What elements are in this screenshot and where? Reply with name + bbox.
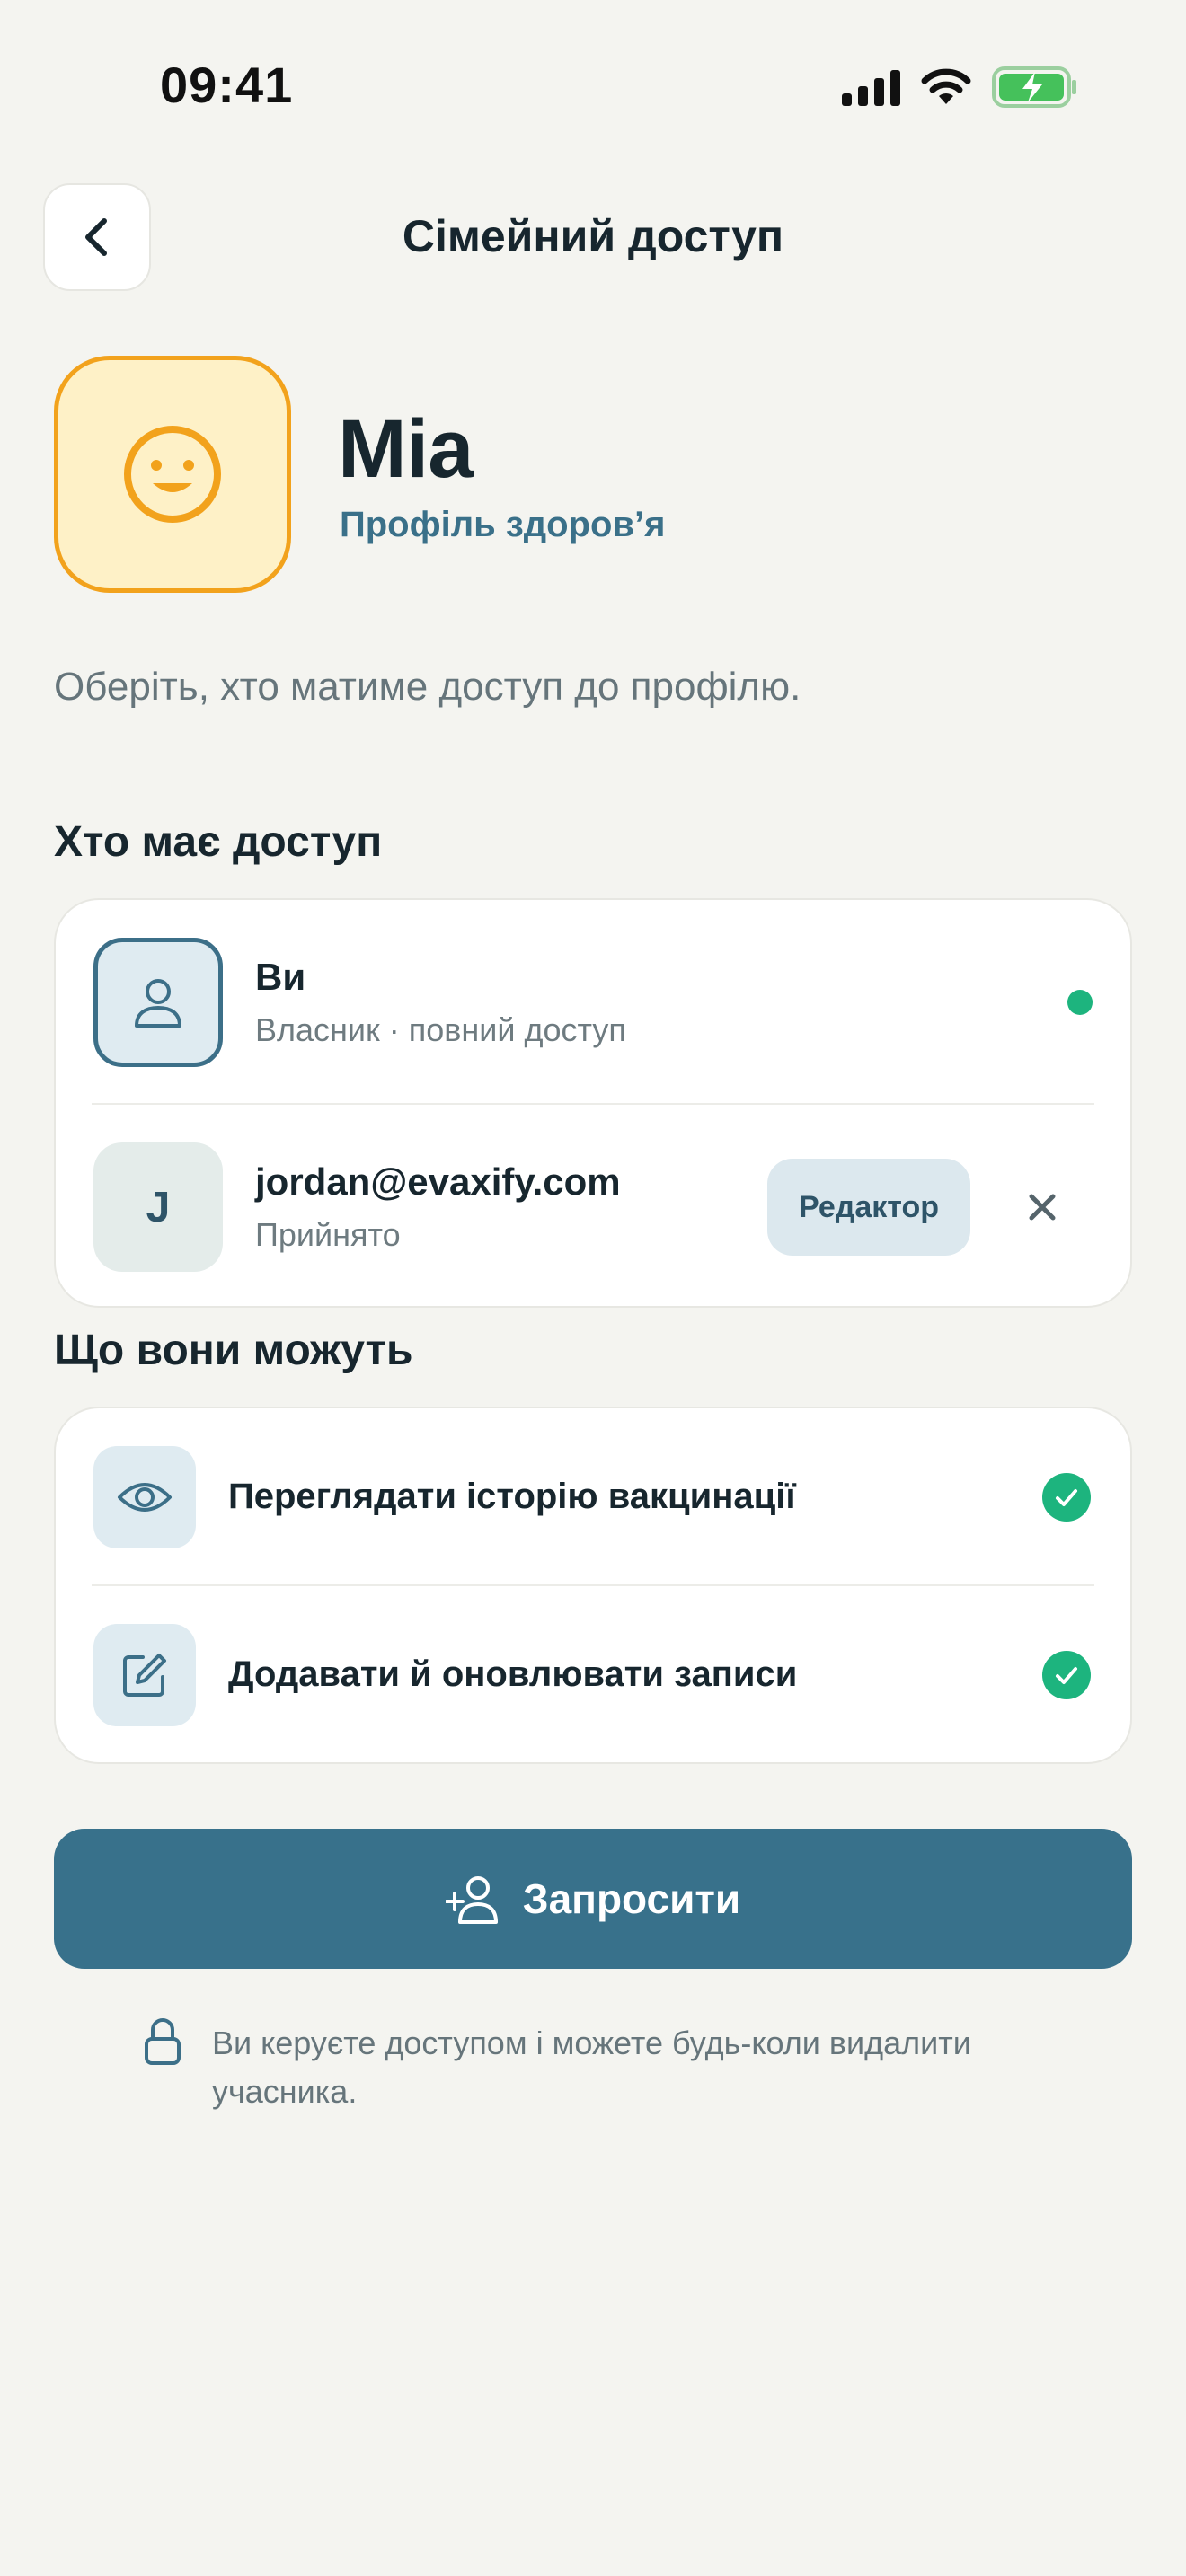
divider bbox=[92, 1584, 1094, 1586]
owner-avatar bbox=[93, 938, 223, 1067]
permission-label: Переглядати історію вакцинації bbox=[228, 1477, 796, 1516]
permissions-section-title: Що вони можуть bbox=[54, 1327, 413, 1374]
cellular-signal-icon bbox=[842, 68, 900, 106]
access-note: Ви керуєте доступом і можете будь-коли в… bbox=[212, 2025, 971, 2110]
user-icon bbox=[135, 979, 181, 1028]
online-status-dot bbox=[1067, 990, 1093, 1015]
check-icon bbox=[1042, 1473, 1091, 1522]
family-access-screen: 09:41 Сімейний доступ Mia Профіль здоров… bbox=[0, 0, 1186, 2576]
owner-role: Власник · повний доступ bbox=[255, 1011, 626, 1048]
check-icon bbox=[1042, 1651, 1091, 1699]
member-role-button[interactable]: Редактор bbox=[767, 1159, 970, 1256]
profile-subtitle: Профіль здоров’я bbox=[340, 505, 666, 544]
permissions-card: Переглядати історію вакцинації Додавати … bbox=[54, 1407, 1132, 1764]
divider bbox=[92, 1103, 1094, 1105]
profile-name: Mia bbox=[338, 403, 474, 495]
page-description: Оберіть, хто матиме доступ до профілю. bbox=[54, 665, 801, 709]
add-user-icon bbox=[445, 1876, 498, 1924]
member-email: jordan@evaxify.com bbox=[255, 1160, 621, 1203]
remove-member-button[interactable] bbox=[1015, 1180, 1069, 1234]
edit-icon bbox=[93, 1624, 196, 1726]
owner-name: Ви bbox=[255, 956, 306, 998]
close-icon bbox=[1029, 1194, 1056, 1221]
member-status: Прийнято bbox=[255, 1216, 401, 1253]
smiley-face-icon bbox=[124, 426, 221, 523]
battery-charging-icon bbox=[992, 66, 1076, 108]
access-section-title: Хто має доступ bbox=[54, 818, 383, 866]
invite-button[interactable]: Запросити bbox=[54, 1829, 1132, 1969]
lock-icon bbox=[145, 2018, 181, 2065]
status-time: 09:41 bbox=[160, 57, 294, 113]
permission-label: Додавати й оновлювати записи bbox=[228, 1654, 798, 1694]
wifi-icon bbox=[921, 68, 971, 104]
profile-avatar bbox=[54, 356, 291, 593]
status-icons bbox=[842, 66, 1078, 108]
invite-button-label: Запросити bbox=[522, 1875, 741, 1922]
member-avatar: J bbox=[93, 1142, 223, 1272]
eye-icon bbox=[93, 1446, 196, 1548]
access-card: Ви Власник · повний доступ J jordan@evax… bbox=[54, 898, 1132, 1308]
page-title: Сімейний доступ bbox=[402, 211, 784, 261]
